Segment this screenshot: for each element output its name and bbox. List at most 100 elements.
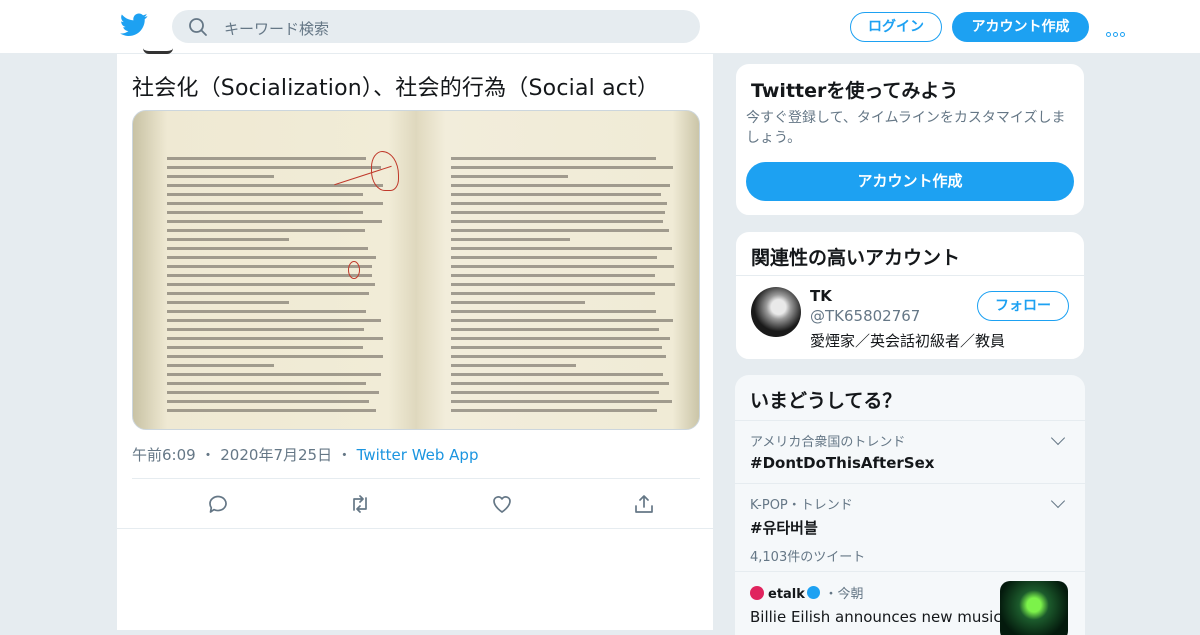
create-account-button[interactable]: アカウント作成 [746, 162, 1074, 201]
meta-separator: ・ [200, 446, 216, 464]
text-line [451, 382, 670, 385]
text-line [451, 220, 664, 223]
tweet-text: 社会化（Socialization）、社会的行為（Social act） [132, 76, 660, 101]
meta-separator: ・ [336, 446, 352, 464]
text-line [167, 337, 383, 340]
text-line [451, 346, 662, 349]
signup-card: Twitterを使ってみよう 今すぐ登録して、タイムラインをカスタマイズしましょ… [735, 63, 1085, 216]
text-line [451, 238, 570, 241]
avatar[interactable] [143, 48, 173, 54]
text-line [451, 166, 674, 169]
text-line [167, 346, 363, 349]
text-line [451, 157, 656, 160]
trend-count: 4,103件のツイート [750, 550, 866, 565]
related-accounts-title: 関連性の高いアカウント [751, 247, 961, 269]
text-line [167, 157, 367, 160]
signup-card-description: 今すぐ登録して、タイムラインをカスタマイズしましょう。 [746, 110, 1066, 146]
text-line [167, 265, 372, 268]
search-icon [189, 18, 207, 36]
text-line [167, 364, 274, 367]
tweet-actions [132, 490, 700, 518]
text-line [167, 310, 366, 313]
news-item[interactable]: etalk ・今朝 Billie Eilish announces new mu… [750, 581, 1070, 635]
signup-button[interactable]: アカウント作成 [952, 12, 1089, 42]
trend-context: K-POP・トレンド [750, 498, 853, 513]
text-line [451, 391, 660, 394]
text-line [451, 175, 569, 178]
text-line [451, 211, 665, 214]
account-name[interactable]: TK [810, 287, 832, 305]
text-line [167, 238, 290, 241]
text-line [167, 193, 364, 196]
signup-card-title: Twitterを使ってみよう [751, 80, 959, 102]
text-line [451, 274, 656, 277]
news-separator: ・ [824, 587, 838, 602]
text-line [167, 382, 366, 385]
text-line [451, 184, 671, 187]
follow-button[interactable]: フォロー [977, 291, 1069, 321]
text-line [451, 319, 673, 322]
news-time: 今朝 [837, 587, 864, 602]
trend-item[interactable]: アメリカ合衆国のトレンド #DontDoThisAfterSex [750, 431, 1070, 472]
tweet-source-link[interactable]: Twitter Web App [357, 446, 479, 464]
share-icon[interactable] [632, 492, 656, 516]
text-line [167, 409, 376, 412]
text-line [167, 328, 364, 331]
login-button[interactable]: ログイン [850, 12, 942, 42]
text-line [167, 220, 382, 223]
search-box[interactable]: キーワード検索 [172, 10, 700, 43]
heart-icon[interactable] [490, 492, 514, 516]
text-line [451, 265, 675, 268]
account-avatar[interactable] [751, 287, 801, 337]
reply-icon[interactable] [206, 492, 230, 516]
tweet-photo[interactable] [132, 110, 700, 430]
news-source-name: etalk [768, 587, 805, 602]
trend-topic[interactable]: #DontDoThisAfterSex [750, 454, 1070, 472]
trend-item[interactable]: K-POP・トレンド #유타버블 4,103件のツイート [750, 494, 1070, 565]
text-line [167, 166, 382, 169]
text-line [167, 247, 369, 250]
news-thumbnail[interactable] [1000, 581, 1068, 635]
text-line [451, 310, 657, 313]
text-line [167, 373, 382, 376]
text-line [451, 337, 670, 340]
text-line [451, 292, 656, 295]
text-line [451, 409, 657, 412]
account-bio: 愛煙家／英会話初級者／教員 [810, 332, 1006, 350]
more-dots-icon[interactable] [1106, 22, 1130, 37]
text-line [167, 301, 289, 304]
divider [736, 275, 1084, 276]
trends-card: いまどうしてる？ アメリカ合衆国のトレンド #DontDoThisAfterSe… [735, 375, 1085, 635]
tweet-column: 社会化（Socialization）、社会的行為（Social act） 午前6… [116, 51, 715, 630]
text-line [451, 364, 576, 367]
retweet-icon[interactable] [348, 492, 372, 516]
text-line [167, 283, 376, 286]
text-line [167, 211, 364, 214]
text-line [451, 328, 659, 331]
text-line [451, 400, 673, 403]
text-line [451, 283, 675, 286]
text-line [167, 274, 373, 277]
divider [117, 528, 715, 529]
search-input[interactable]: キーワード検索 [224, 18, 329, 39]
text-line [451, 193, 662, 196]
text-line [167, 400, 369, 403]
trend-topic[interactable]: #유타버블 [750, 517, 1070, 538]
text-line [451, 229, 669, 232]
verified-badge-icon [806, 586, 820, 599]
tweet-meta: 午前6:09 ・ 2020年7月25日 ・ Twitter Web App [132, 444, 478, 465]
top-bar: キーワード検索 ログイン アカウント作成 [0, 0, 1200, 54]
divider [132, 478, 700, 479]
trend-context: アメリカ合衆国のトレンド [750, 435, 906, 450]
text-line [167, 202, 383, 205]
red-annotation [348, 261, 360, 279]
etalk-logo-icon [750, 586, 764, 600]
account-handle[interactable]: @TK65802767 [810, 307, 920, 325]
tweet-date: 2020年7月25日 [220, 446, 333, 464]
twitter-bird-icon[interactable] [120, 13, 148, 37]
related-accounts-card: 関連性の高いアカウント TK @TK65802767 愛煙家／英会話初級者／教員… [735, 231, 1085, 360]
divider [735, 420, 1085, 421]
trends-title: いまどうしてる？ [750, 390, 902, 412]
text-line [167, 355, 383, 358]
divider [735, 483, 1085, 484]
